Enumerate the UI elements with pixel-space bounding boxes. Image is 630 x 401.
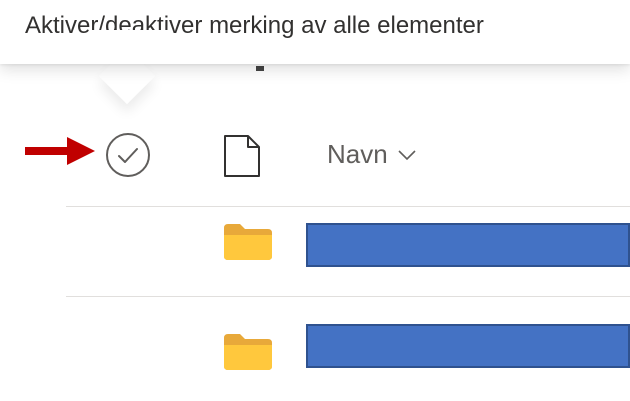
file-list-page: Aktiver/deaktiver merking av alle elemen…: [0, 0, 630, 401]
name-column-header[interactable]: Navn: [327, 139, 416, 170]
folder-icon: [224, 334, 272, 370]
check-circle-icon: [106, 133, 150, 177]
tooltip-pointer-cover: [90, 30, 170, 64]
row-divider: [66, 296, 630, 297]
hidden-toolbar-fragment: [256, 66, 264, 71]
redacted-file-name[interactable]: [306, 324, 630, 368]
document-icon: [224, 135, 260, 177]
chevron-down-icon: [398, 149, 416, 160]
annotation-arrow-icon: [25, 137, 95, 165]
row-divider: [66, 206, 630, 207]
redacted-file-name[interactable]: [306, 223, 630, 267]
folder-icon: [224, 224, 272, 260]
name-column-label: Navn: [327, 139, 388, 169]
select-all-toggle[interactable]: [104, 131, 152, 179]
